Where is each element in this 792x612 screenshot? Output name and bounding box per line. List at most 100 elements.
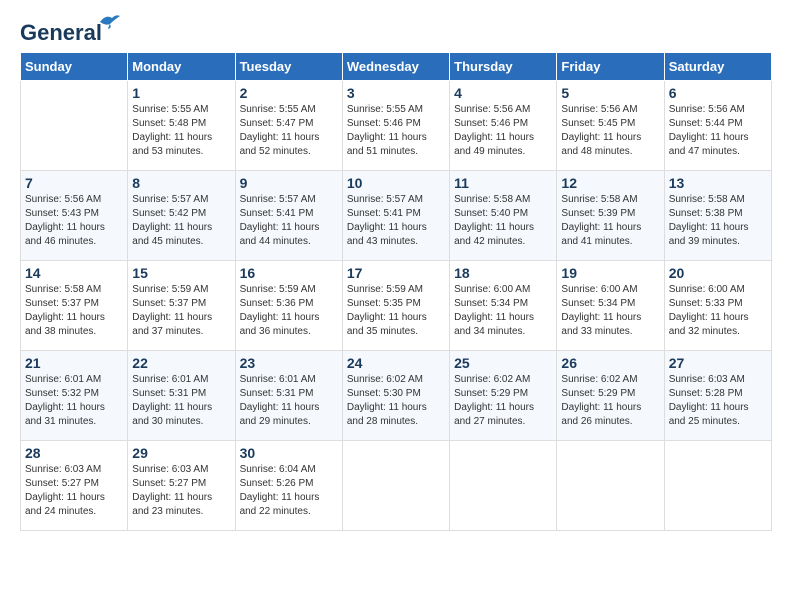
day-info: Sunrise: 5:57 AMSunset: 5:41 PMDaylight:… bbox=[347, 193, 445, 249]
day-info: Sunrise: 6:02 AMSunset: 5:29 PMDaylight:… bbox=[561, 373, 659, 429]
day-number: 26 bbox=[561, 355, 659, 371]
day-number: 19 bbox=[561, 265, 659, 281]
day-number: 27 bbox=[669, 355, 767, 371]
day-number: 16 bbox=[240, 265, 338, 281]
day-info: Sunrise: 5:59 AMSunset: 5:35 PMDaylight:… bbox=[347, 283, 445, 339]
day-number: 30 bbox=[240, 445, 338, 461]
day-number: 7 bbox=[25, 175, 123, 191]
day-number: 11 bbox=[454, 175, 552, 191]
calendar-cell bbox=[450, 441, 557, 531]
day-number: 17 bbox=[347, 265, 445, 281]
calendar-table: SundayMondayTuesdayWednesdayThursdayFrid… bbox=[20, 52, 772, 531]
calendar-cell: 30 Sunrise: 6:04 AMSunset: 5:26 PMDayligh… bbox=[235, 441, 342, 531]
calendar-cell: 6 Sunrise: 5:56 AMSunset: 5:44 PMDaylight… bbox=[664, 81, 771, 171]
day-number: 23 bbox=[240, 355, 338, 371]
day-number: 8 bbox=[132, 175, 230, 191]
day-number: 3 bbox=[347, 85, 445, 101]
day-info: Sunrise: 5:58 AMSunset: 5:40 PMDaylight:… bbox=[454, 193, 552, 249]
day-number: 4 bbox=[454, 85, 552, 101]
day-number: 6 bbox=[669, 85, 767, 101]
day-info: Sunrise: 5:56 AMSunset: 5:44 PMDaylight:… bbox=[669, 103, 767, 159]
page-header: General bbox=[20, 20, 772, 42]
calendar-cell: 29Sunrise: 6:03 AMSunset: 5:27 PMDayligh… bbox=[128, 441, 235, 531]
weekday-header-wednesday: Wednesday bbox=[342, 53, 449, 81]
calendar-cell bbox=[664, 441, 771, 531]
day-info: Sunrise: 6:00 AMSunset: 5:34 PMDaylight:… bbox=[454, 283, 552, 339]
calendar-cell: 27 Sunrise: 6:03 AMSunset: 5:28 PMDayligh… bbox=[664, 351, 771, 441]
calendar-cell: 13Sunrise: 5:58 AMSunset: 5:38 PMDayligh… bbox=[664, 171, 771, 261]
logo-bird-icon bbox=[98, 12, 120, 30]
calendar-cell: 23 Sunrise: 6:01 AMSunset: 5:31 PMDayligh… bbox=[235, 351, 342, 441]
day-number: 22 bbox=[132, 355, 230, 371]
day-info: Sunrise: 6:01 AMSunset: 5:31 PMDaylight:… bbox=[240, 373, 338, 429]
day-number: 25 bbox=[454, 355, 552, 371]
day-number: 9 bbox=[240, 175, 338, 191]
day-info: Sunrise: 6:02 AMSunset: 5:30 PMDaylight:… bbox=[347, 373, 445, 429]
day-info: Sunrise: 5:58 AMSunset: 5:39 PMDaylight:… bbox=[561, 193, 659, 249]
day-number: 18 bbox=[454, 265, 552, 281]
calendar-cell: 15 Sunrise: 5:59 AMSunset: 5:37 PMDayligh… bbox=[128, 261, 235, 351]
calendar-cell: 22 Sunrise: 6:01 AMSunset: 5:31 PMDayligh… bbox=[128, 351, 235, 441]
calendar-cell: 3 Sunrise: 5:55 AMSunset: 5:46 PMDaylight… bbox=[342, 81, 449, 171]
calendar-cell: 11 Sunrise: 5:58 AMSunset: 5:40 PMDayligh… bbox=[450, 171, 557, 261]
calendar-week-row: 7Sunrise: 5:56 AMSunset: 5:43 PMDaylight… bbox=[21, 171, 772, 261]
weekday-header-sunday: Sunday bbox=[21, 53, 128, 81]
calendar-cell: 10Sunrise: 5:57 AMSunset: 5:41 PMDayligh… bbox=[342, 171, 449, 261]
day-number: 21 bbox=[25, 355, 123, 371]
calendar-cell: 1Sunrise: 5:55 AMSunset: 5:48 PMDaylight… bbox=[128, 81, 235, 171]
weekday-header-tuesday: Tuesday bbox=[235, 53, 342, 81]
weekday-header-row: SundayMondayTuesdayWednesdayThursdayFrid… bbox=[21, 53, 772, 81]
calendar-cell bbox=[21, 81, 128, 171]
calendar-cell: 18 Sunrise: 6:00 AMSunset: 5:34 PMDayligh… bbox=[450, 261, 557, 351]
calendar-cell: 8 Sunrise: 5:57 AMSunset: 5:42 PMDaylight… bbox=[128, 171, 235, 261]
weekday-header-friday: Friday bbox=[557, 53, 664, 81]
day-info: Sunrise: 5:56 AMSunset: 5:45 PMDaylight:… bbox=[561, 103, 659, 159]
calendar-cell bbox=[342, 441, 449, 531]
logo: General bbox=[20, 20, 102, 42]
calendar-cell: 12 Sunrise: 5:58 AMSunset: 5:39 PMDayligh… bbox=[557, 171, 664, 261]
day-info: Sunrise: 5:59 AMSunset: 5:36 PMDaylight:… bbox=[240, 283, 338, 339]
day-number: 24 bbox=[347, 355, 445, 371]
day-info: Sunrise: 6:01 AMSunset: 5:32 PMDaylight:… bbox=[25, 373, 123, 429]
logo-general: General bbox=[20, 20, 102, 45]
calendar-cell: 20Sunrise: 6:00 AMSunset: 5:33 PMDayligh… bbox=[664, 261, 771, 351]
calendar-cell bbox=[557, 441, 664, 531]
day-info: Sunrise: 5:58 AMSunset: 5:37 PMDaylight:… bbox=[25, 283, 123, 339]
day-number: 12 bbox=[561, 175, 659, 191]
day-info: Sunrise: 6:02 AMSunset: 5:29 PMDaylight:… bbox=[454, 373, 552, 429]
day-info: Sunrise: 6:03 AMSunset: 5:28 PMDaylight:… bbox=[669, 373, 767, 429]
weekday-header-saturday: Saturday bbox=[664, 53, 771, 81]
calendar-week-row: 28Sunrise: 6:03 AMSunset: 5:27 PMDayligh… bbox=[21, 441, 772, 531]
day-info: Sunrise: 5:59 AMSunset: 5:37 PMDaylight:… bbox=[132, 283, 230, 339]
day-info: Sunrise: 5:57 AMSunset: 5:41 PMDaylight:… bbox=[240, 193, 338, 249]
calendar-cell: 4 Sunrise: 5:56 AMSunset: 5:46 PMDaylight… bbox=[450, 81, 557, 171]
day-info: Sunrise: 6:01 AMSunset: 5:31 PMDaylight:… bbox=[132, 373, 230, 429]
calendar-cell: 28Sunrise: 6:03 AMSunset: 5:27 PMDayligh… bbox=[21, 441, 128, 531]
day-info: Sunrise: 6:00 AMSunset: 5:33 PMDaylight:… bbox=[669, 283, 767, 339]
calendar-week-row: 21 Sunrise: 6:01 AMSunset: 5:32 PMDayligh… bbox=[21, 351, 772, 441]
day-info: Sunrise: 5:55 AMSunset: 5:48 PMDaylight:… bbox=[132, 103, 230, 159]
day-number: 29 bbox=[132, 445, 230, 461]
day-number: 5 bbox=[561, 85, 659, 101]
calendar-cell: 24 Sunrise: 6:02 AMSunset: 5:30 PMDayligh… bbox=[342, 351, 449, 441]
calendar-cell: 19Sunrise: 6:00 AMSunset: 5:34 PMDayligh… bbox=[557, 261, 664, 351]
calendar-cell: 14 Sunrise: 5:58 AMSunset: 5:37 PMDayligh… bbox=[21, 261, 128, 351]
calendar-cell: 26 Sunrise: 6:02 AMSunset: 5:29 PMDayligh… bbox=[557, 351, 664, 441]
day-info: Sunrise: 5:57 AMSunset: 5:42 PMDaylight:… bbox=[132, 193, 230, 249]
day-info: Sunrise: 5:58 AMSunset: 5:38 PMDaylight:… bbox=[669, 193, 767, 249]
day-number: 15 bbox=[132, 265, 230, 281]
calendar-week-row: 1Sunrise: 5:55 AMSunset: 5:48 PMDaylight… bbox=[21, 81, 772, 171]
day-info: Sunrise: 6:03 AMSunset: 5:27 PMDaylight:… bbox=[25, 463, 123, 519]
day-number: 14 bbox=[25, 265, 123, 281]
calendar-cell: 16 Sunrise: 5:59 AMSunset: 5:36 PMDayligh… bbox=[235, 261, 342, 351]
calendar-cell: 7Sunrise: 5:56 AMSunset: 5:43 PMDaylight… bbox=[21, 171, 128, 261]
calendar-cell: 21 Sunrise: 6:01 AMSunset: 5:32 PMDayligh… bbox=[21, 351, 128, 441]
calendar-cell: 17 Sunrise: 5:59 AMSunset: 5:35 PMDayligh… bbox=[342, 261, 449, 351]
day-number: 2 bbox=[240, 85, 338, 101]
day-info: Sunrise: 5:55 AMSunset: 5:46 PMDaylight:… bbox=[347, 103, 445, 159]
day-info: Sunrise: 5:56 AMSunset: 5:46 PMDaylight:… bbox=[454, 103, 552, 159]
calendar-cell: 25 Sunrise: 6:02 AMSunset: 5:29 PMDayligh… bbox=[450, 351, 557, 441]
calendar-cell: 2Sunrise: 5:55 AMSunset: 5:47 PMDaylight… bbox=[235, 81, 342, 171]
day-info: Sunrise: 6:04 AMSunset: 5:26 PMDaylight:… bbox=[240, 463, 338, 519]
calendar-week-row: 14 Sunrise: 5:58 AMSunset: 5:37 PMDayligh… bbox=[21, 261, 772, 351]
